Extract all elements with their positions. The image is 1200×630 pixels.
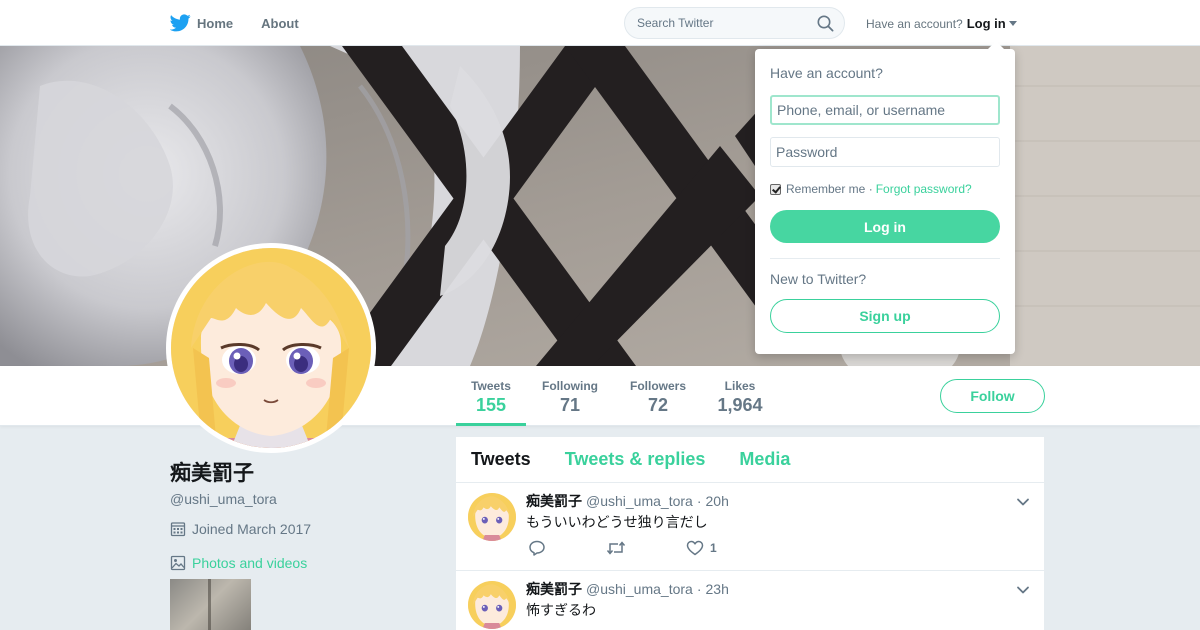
nav-left: Home About	[170, 0, 327, 46]
joined-date: Joined March 2017	[170, 521, 440, 537]
profile-card: 痴美罰子 @ushi_uma_tora Joined March 2017 Ph…	[170, 460, 440, 630]
reply-button[interactable]	[528, 540, 552, 556]
avatar-image	[171, 248, 371, 448]
tweet-text: 怖すぎるわ	[526, 602, 596, 618]
stat-tweets[interactable]: Tweets 155	[456, 366, 526, 426]
about-link[interactable]: About	[261, 16, 299, 31]
stat-value: 155	[475, 395, 507, 415]
home-link[interactable]: Home	[170, 14, 233, 32]
like-count: 1	[710, 541, 717, 555]
tweet-author-name[interactable]: 痴美罰子	[526, 491, 582, 511]
retweet-icon	[606, 541, 626, 555]
photo-thumbnail[interactable]	[170, 579, 251, 630]
login-dropdown-toggle[interactable]: Log in	[967, 16, 1006, 31]
search-input[interactable]	[637, 16, 817, 30]
tweet-actions: 1	[528, 540, 771, 556]
login-dropdown: Have an account? Remember me · Forgot pa…	[755, 41, 1015, 354]
tab-tweets[interactable]: Tweets	[471, 449, 531, 470]
search-box[interactable]	[624, 7, 845, 39]
tweet-text: もういいわどうせ独り言だし	[526, 514, 708, 530]
tweet-author-handle[interactable]: @ushi_uma_tora	[586, 581, 693, 597]
profile-handle[interactable]: @ushi_uma_tora	[170, 491, 440, 507]
tweet-separator: ·	[696, 493, 702, 509]
tweet-avatar[interactable]	[468, 581, 516, 629]
like-button[interactable]: 1	[686, 540, 717, 556]
forgot-password-link[interactable]: Forgot password?	[876, 182, 972, 196]
timeline-tabs: Tweets Tweets & replies Media	[456, 437, 1044, 483]
about-label: About	[261, 15, 299, 31]
tweet-header: 痴美罰子 @ushi_uma_tora · 23h	[526, 579, 729, 599]
username-field[interactable]	[770, 95, 1000, 125]
divider	[770, 258, 1000, 259]
login-dropdown-title: Have an account?	[770, 65, 883, 81]
stat-following[interactable]: Following 71	[538, 366, 602, 426]
follow-button[interactable]: Follow	[940, 379, 1045, 413]
tweet-timestamp[interactable]: 23h	[706, 581, 729, 597]
anime-girl-avatar-icon	[468, 493, 516, 541]
anime-girl-avatar-icon	[468, 581, 516, 629]
timeline: Tweets Tweets & replies Media 痴美罰子 @ushi…	[456, 437, 1044, 630]
tweet-separator: ·	[696, 581, 702, 597]
stat-label: Following	[542, 379, 598, 393]
tweet[interactable]: 痴美罰子 @ushi_uma_tora · 23h 怖すぎるわ	[456, 571, 1044, 630]
new-to-twitter-text: New to Twitter?	[770, 271, 867, 287]
photos-and-videos-link[interactable]: Photos and videos	[170, 555, 440, 571]
login-button[interactable]: Log in	[770, 210, 1000, 243]
signup-button[interactable]: Sign up	[770, 299, 1000, 333]
remember-me-checkbox[interactable]	[770, 183, 781, 195]
chevron-down-icon[interactable]	[1016, 583, 1030, 597]
profile-avatar[interactable]	[166, 243, 376, 453]
anime-girl-avatar-icon	[171, 248, 371, 448]
stat-value: 71	[559, 395, 581, 415]
reply-icon	[529, 540, 545, 556]
tweet-author-handle[interactable]: @ushi_uma_tora	[586, 493, 693, 509]
caret-down-icon[interactable]	[1008, 21, 1017, 26]
stat-likes[interactable]: Likes 1,964	[712, 366, 768, 426]
stat-value: 72	[647, 395, 669, 415]
retweet-button[interactable]	[606, 540, 632, 556]
tweet-timestamp[interactable]: 20h	[706, 493, 729, 509]
tab-tweets-and-replies[interactable]: Tweets & replies	[565, 449, 706, 470]
account-prompt: Have an account? Log in	[866, 16, 1017, 31]
tweet-avatar[interactable]	[468, 493, 516, 541]
tweet-author-name[interactable]: 痴美罰子	[526, 579, 582, 599]
joined-text: Joined March 2017	[192, 521, 312, 537]
chevron-down-icon[interactable]	[1016, 495, 1030, 509]
tweet-header: 痴美罰子 @ushi_uma_tora · 20h	[526, 491, 729, 511]
tab-media[interactable]: Media	[739, 449, 790, 470]
remember-me-row: Remember me · Forgot password?	[770, 182, 1000, 196]
calendar-icon	[170, 522, 186, 537]
stat-followers[interactable]: Followers 72	[626, 366, 690, 426]
image-icon	[170, 555, 186, 571]
search-icon[interactable]	[817, 15, 834, 32]
password-field[interactable]	[770, 137, 1000, 167]
stat-label: Likes	[724, 379, 756, 393]
home-label: Home	[197, 15, 234, 31]
account-prompt-text: Have an account?	[866, 16, 963, 31]
heart-icon	[686, 540, 704, 556]
profile-display-name[interactable]: 痴美罰子	[170, 460, 440, 488]
tweet[interactable]: 痴美罰子 @ushi_uma_tora · 20h もういいわどうせ独り言だし	[456, 483, 1044, 571]
stat-value: 1,964	[717, 395, 763, 415]
top-navigation-bar: Home About Have an account? Log in	[0, 0, 1200, 46]
stat-label: Followers	[629, 379, 686, 393]
stat-label: Tweets	[471, 379, 511, 393]
bird-icon	[170, 14, 191, 32]
remember-me-label[interactable]: Remember me ·	[786, 182, 873, 196]
photos-label: Photos and videos	[192, 555, 308, 571]
